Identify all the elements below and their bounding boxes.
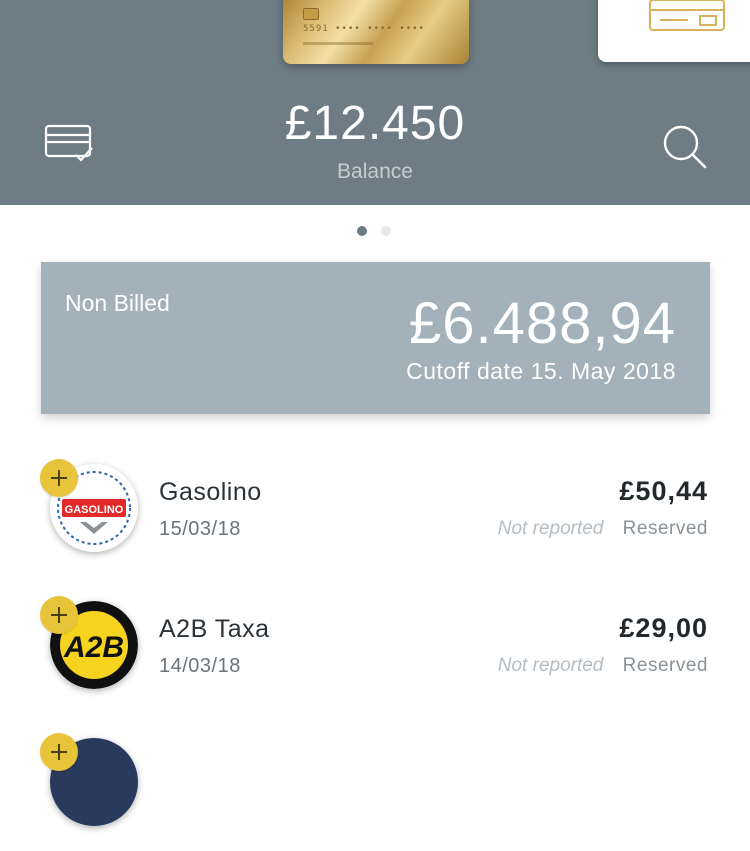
gold-credit-card[interactable]: 5591 •••• •••• ••••	[283, 0, 469, 64]
card-number: 5591 •••• •••• ••••	[303, 24, 425, 34]
plus-icon[interactable]	[40, 596, 78, 634]
merchant-name: Gasolino	[159, 478, 262, 506]
reserved-status: Reserved	[622, 655, 708, 676]
svg-text:GASOLINO: GASOLINO	[65, 504, 124, 516]
merchant-name: A2B Taxa	[159, 615, 270, 643]
transaction-date: 15/03/18	[159, 518, 241, 540]
balance-amount: £12.450	[284, 97, 466, 150]
transaction-row[interactable]: GASOLINO Gasolino 15/03/18 £50,44 Not re…	[0, 440, 750, 578]
transaction-row[interactable]: A2B A2B Taxa 14/03/18 £29,00 Not reporte…	[0, 577, 750, 715]
header: 5591 •••• •••• •••• £12.450 Balance	[0, 0, 750, 205]
non-billed-summary[interactable]: Non Billed £6.488,94 Cutoff date 15. May…	[41, 262, 710, 414]
transaction-status: Not reported Reserved	[498, 655, 708, 677]
not-reported-note: Not reported	[497, 518, 604, 539]
transaction-date: 14/03/18	[159, 655, 241, 677]
transaction-amount: £29,00	[619, 613, 708, 643]
non-billed-amount: £6.488,94	[408, 291, 676, 356]
not-reported-note: Not reported	[497, 655, 604, 676]
transaction-amount: £50,44	[619, 476, 708, 506]
plus-icon[interactable]	[40, 733, 78, 771]
plus-icon[interactable]	[40, 459, 78, 497]
balance-label: Balance	[337, 160, 413, 183]
reserved-status: Reserved	[622, 518, 708, 539]
non-billed-label: Non Billed	[65, 290, 170, 316]
svg-text:A2B: A2B	[63, 631, 124, 664]
card-illustration-icon	[649, 0, 725, 31]
cutoff-date: Cutoff date 15. May 2018	[406, 358, 676, 384]
transaction-status: Not reported Reserved	[498, 518, 708, 540]
transaction-row-partial[interactable]	[0, 714, 750, 851]
carousel-dot-active[interactable]	[357, 226, 367, 236]
card-holder-line	[303, 42, 373, 45]
search-icon[interactable]	[660, 122, 708, 170]
card-chip	[303, 8, 319, 20]
carousel-dot-inactive[interactable]	[381, 226, 391, 236]
white-credit-card[interactable]	[598, 0, 750, 62]
